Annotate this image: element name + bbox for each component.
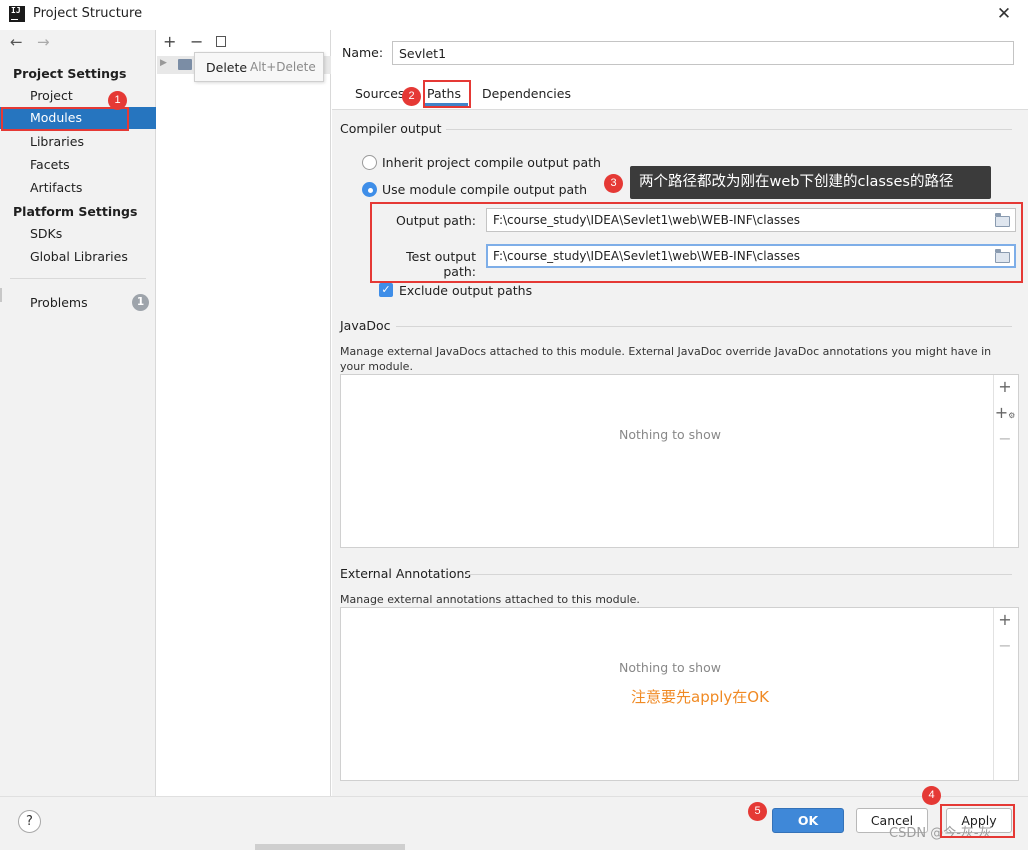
sidebar-item-project[interactable]: Project [30,88,73,103]
tab-dependencies[interactable]: Dependencies [482,86,571,101]
javadoc-empty-text: Nothing to show [619,427,721,442]
tab-sources[interactable]: Sources [355,86,404,101]
ok-button[interactable]: OK [772,808,844,833]
sidebar-item-global-libraries[interactable]: Global Libraries [30,249,128,264]
window-title: Project Structure [33,6,143,21]
add-icon[interactable]: + [163,32,176,51]
back-arrow-icon[interactable]: ← [10,33,23,51]
name-label: Name: [342,45,384,60]
module-list-pane: + − ▶ [157,30,331,796]
external-annotations-toolbar: + − [993,608,1015,780]
step-badge-4: 4 [922,786,941,805]
external-annotations-empty-text: Nothing to show [619,660,721,675]
external-annotations-title: External Annotations [340,566,471,581]
copy-icon[interactable] [216,36,226,47]
module-folder-icon [178,59,192,70]
sidebar-item-artifacts[interactable]: Artifacts [30,180,82,195]
forward-arrow-icon[interactable]: → [37,33,50,51]
highlight-apply-button [940,804,1015,838]
tooltip-label: Delete [206,60,248,75]
sidebar-item-facets[interactable]: Facets [30,157,70,172]
add-icon[interactable]: + [994,377,1016,396]
sidebar-item-problems[interactable]: Problems [30,295,88,310]
javadoc-list[interactable]: Nothing to show + +⚙ − [340,374,1019,548]
project-settings-heading: Project Settings [13,66,127,81]
remove-icon[interactable]: − [190,32,203,51]
compiler-output-rule [446,129,1012,130]
step-badge-5: 5 [748,802,767,821]
exclude-output-checkbox[interactable]: ✓ [379,283,393,297]
annotation-note: 注意要先apply在OK [631,688,769,706]
javadoc-toolbar: + +⚙ − [993,375,1015,547]
inherit-output-radio[interactable] [362,155,377,170]
title-bar [0,0,1028,30]
platform-settings-heading: Platform Settings [13,204,138,219]
highlight-paths-tab [423,80,471,108]
javadoc-rule [396,326,1012,327]
remove-icon[interactable]: − [994,636,1016,655]
inherit-output-label[interactable]: Inherit project compile output path [382,155,601,170]
javadoc-title: JavaDoc [340,318,391,333]
step-badge-3: 3 [604,174,623,193]
tooltip-shortcut: Alt+Delete [250,60,316,74]
exclude-output-label[interactable]: Exclude output paths [399,283,532,298]
step-badge-2: 2 [402,87,421,106]
intellij-app-icon: IJ [9,6,25,22]
close-icon[interactable]: ✕ [993,3,1015,25]
help-button[interactable]: ? [18,810,41,833]
sidebar-divider [10,278,146,279]
remove-icon[interactable]: − [994,429,1016,448]
external-annotations-description: Manage external annotations attached to … [340,593,640,606]
module-output-label[interactable]: Use module compile output path [382,182,587,197]
problems-count-badge: 1 [132,294,149,311]
sidebar-item-sdks[interactable]: SDKs [30,226,62,241]
annotation-tip: 两个路径都改为刚在web下创建的classes的路径 [630,166,991,199]
sidebar: ← → Project Settings Project Modules Lib… [0,30,156,796]
module-name-field[interactable]: Sevlet1 [392,41,1014,65]
edge-marker [0,288,2,302]
external-annotations-rule [466,574,1012,575]
step-badge-1: 1 [108,91,127,110]
delete-tooltip: Delete Alt+Delete [194,52,324,82]
sidebar-item-libraries[interactable]: Libraries [30,134,84,149]
compiler-output-title: Compiler output [340,121,442,136]
module-output-radio[interactable] [362,182,377,197]
chevron-right-icon[interactable]: ▶ [160,58,167,68]
add-icon[interactable]: + [994,610,1016,629]
highlight-output-paths [370,202,1023,283]
javadoc-description: Manage external JavaDocs attached to thi… [340,345,992,373]
horizontal-scrollbar[interactable] [255,844,405,850]
add-url-icon[interactable]: +⚙ [994,403,1016,422]
highlight-modules [1,107,129,131]
